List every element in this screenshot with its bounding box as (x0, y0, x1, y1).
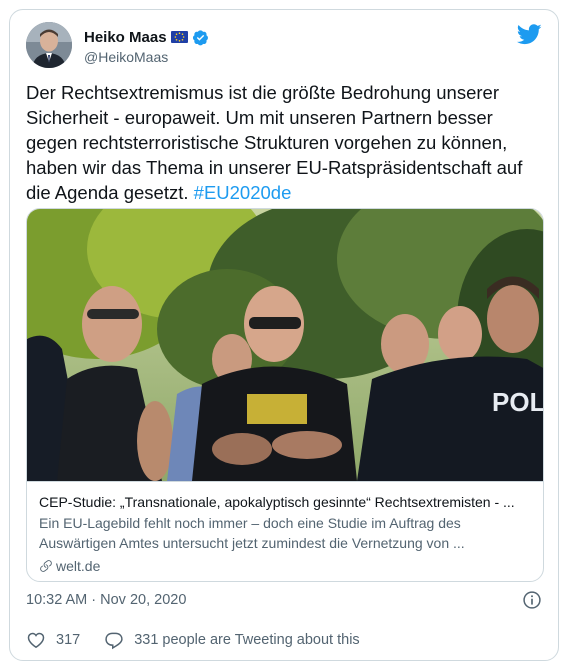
info-icon[interactable] (522, 590, 542, 610)
tweet-header: Heiko Maas @HeikoMaas (26, 22, 542, 74)
author-handle[interactable]: @HeikoMaas (84, 49, 209, 65)
reply-action[interactable]: 331 people are Tweeting about this (80, 630, 360, 650)
like-action[interactable]: 317 (26, 630, 80, 650)
heart-icon[interactable] (26, 630, 46, 650)
like-count: 317 (56, 632, 81, 648)
verified-badge-icon (192, 29, 208, 45)
eu-flag-icon (170, 31, 188, 43)
hashtag-link[interactable]: #EU2020de (194, 182, 292, 203)
link-domain-text[interactable]: welt.de (56, 558, 100, 574)
link-description: Ein EU-Lagebild fehlt noch immer – doch … (39, 515, 465, 551)
link-preview-image: POLIZ (27, 209, 544, 481)
reply-icon[interactable] (104, 630, 124, 650)
link-preview-card[interactable]: POLIZ CEP-Studie: „Transnationale, apoka… (26, 208, 544, 582)
author-names: Heiko Maas @HeikoMaas (84, 28, 209, 65)
police-lettering: POLIZ (492, 387, 544, 417)
tweet-text: Der Rechtsextremismus ist die größte Bed… (26, 80, 536, 205)
tweet-timestamp[interactable]: 10:32 AM · Nov 20, 2020 (26, 592, 186, 608)
author-display-name[interactable]: Heiko Maas (84, 29, 167, 46)
tweeting-about-text[interactable]: 331 people are Tweeting about this (134, 632, 359, 648)
link-title[interactable]: CEP-Studie: „Transnationale, apokalyptis… (39, 492, 531, 512)
tweet-embed-card: Heiko Maas @HeikoMaas Der Rechtsextremis… (9, 9, 559, 661)
tweet-actions: 317 331 people are Tweeting about this (26, 630, 360, 650)
avatar[interactable] (26, 22, 72, 68)
link-icon (40, 560, 52, 572)
link-domain: welt.de (39, 558, 100, 574)
twitter-logo-icon[interactable] (517, 24, 542, 45)
display-name-row: Heiko Maas (84, 28, 209, 46)
link-preview-info: CEP-Studie: „Transnationale, apokalyptis… (27, 481, 543, 581)
